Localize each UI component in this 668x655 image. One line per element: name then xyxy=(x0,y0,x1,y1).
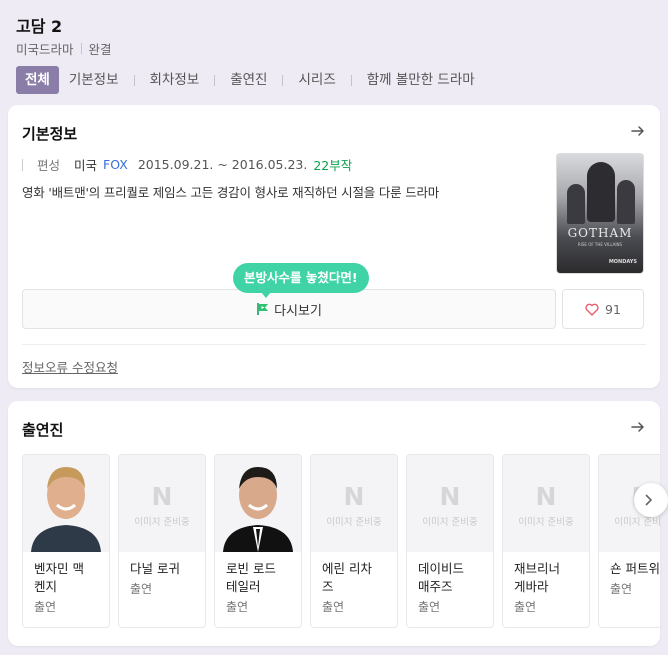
placeholder-logo: N xyxy=(151,482,173,511)
rewatch-label: 다시보기 xyxy=(274,303,322,319)
chevron-right-icon xyxy=(645,494,653,506)
tab-all[interactable]: 전체 xyxy=(16,66,59,94)
cast-member-role: 출연 xyxy=(514,600,537,614)
page-title: 고담 2 xyxy=(16,17,63,36)
arrow-right-icon[interactable] xyxy=(630,123,646,139)
tab-bar: 전체 기본정보 회차정보 출연진 시리즈 함께 볼만한 드라마 xyxy=(16,66,485,94)
placeholder-logo: N xyxy=(535,482,557,511)
cast-member-role: 출연 xyxy=(130,582,153,596)
arrow-right-icon[interactable] xyxy=(630,419,646,435)
tab-basic-info[interactable]: 기본정보 xyxy=(59,66,129,94)
poster-image[interactable]: GOTHAM RISE OF THE VILLAINS MONDAYS xyxy=(556,153,644,274)
cast-member-name: 다널 로귀 xyxy=(130,560,199,578)
broadcast-label: 편성 xyxy=(37,158,61,173)
cast-member-role: 출연 xyxy=(610,582,633,596)
actor-photo xyxy=(215,455,301,552)
cast-member-card[interactable]: N 이미지 준비중재브리너게바라출연 xyxy=(502,454,590,628)
cast-name-line: 재브리너 xyxy=(514,561,561,576)
carousel-next-button[interactable] xyxy=(634,483,668,517)
cast-name-line: 로빈 로드 xyxy=(226,561,276,576)
genre-label: 미국드라마 xyxy=(16,42,74,57)
cast-member-card[interactable]: 로빈 로드테일러출연 xyxy=(214,454,302,628)
tab-episodes[interactable]: 회차정보 xyxy=(140,66,210,94)
info-bar xyxy=(22,158,23,171)
placeholder-logo: N xyxy=(343,482,365,511)
heart-icon xyxy=(585,303,599,316)
cast-name-line: 숀 퍼트위 xyxy=(610,561,660,576)
cast-member-name: 벤자민 맥켄지 xyxy=(34,560,103,596)
meta-separator xyxy=(80,43,82,54)
cast-name-line: 테일러 xyxy=(226,579,261,594)
status-label: 완결 xyxy=(88,42,112,57)
tab-separator xyxy=(350,74,352,86)
cast-name-line: 게바라 xyxy=(514,579,549,594)
cast-member-role: 출연 xyxy=(418,600,441,614)
cast-member-role: 출연 xyxy=(34,600,57,614)
cast-member-name: 로빈 로드테일러 xyxy=(226,560,295,596)
country-text: 미국 xyxy=(74,158,98,173)
tab-separator xyxy=(282,74,284,86)
tab-separator xyxy=(214,74,216,86)
cast-name-line: 켄지 xyxy=(34,579,58,594)
episode-count-link[interactable]: 22부작 xyxy=(313,155,352,174)
tab-similar-dramas[interactable]: 함께 볼만한 드라마 xyxy=(357,66,485,94)
cast-member-card[interactable]: N 이미지 준비중데이비드매주즈출연 xyxy=(406,454,494,628)
cast-name-line: 즈 xyxy=(322,579,334,594)
like-count: 91 xyxy=(605,301,621,317)
cast-member-name: 데이비드매주즈 xyxy=(418,560,487,596)
broadcast-info: 편성 미국 FOX 2015.09.21. ~ 2016.05.23. 22부작 xyxy=(22,155,352,174)
report-error-link[interactable]: 정보오류 수정요청 xyxy=(22,357,118,376)
cast-member-card[interactable]: N 이미지 준비중에린 리차즈출연 xyxy=(310,454,398,628)
divider xyxy=(22,344,646,345)
tab-series[interactable]: 시리즈 xyxy=(288,66,345,94)
cast-member-role: 출연 xyxy=(322,600,345,614)
placeholder-text: 이미지 준비중 xyxy=(134,517,190,528)
cast-title[interactable]: 출연진 xyxy=(22,419,63,440)
poster-network-text: MONDAYS xyxy=(608,259,637,265)
poster-figure xyxy=(587,162,615,222)
photo-placeholder: N 이미지 준비중 xyxy=(503,455,589,552)
rewatch-tooltip: 본방사수를 놓쳤다면! xyxy=(233,263,369,298)
cast-member-name: 에린 리차즈 xyxy=(322,560,391,596)
tab-cast[interactable]: 출연진 xyxy=(220,66,277,94)
placeholder-logo: N xyxy=(439,482,461,511)
cast-member-role: 출연 xyxy=(226,600,249,614)
cast-name-line: 매주즈 xyxy=(418,579,453,594)
poster-logo-text: GOTHAM xyxy=(567,226,633,240)
cast-name-line: 데이비드 xyxy=(418,561,465,576)
cast-member-name: 숀 퍼트위 xyxy=(610,560,660,578)
poster-figure xyxy=(617,180,635,224)
placeholder-text: 이미지 준비중 xyxy=(326,517,382,528)
play-flag-icon xyxy=(256,302,270,316)
like-button[interactable]: 91 xyxy=(562,289,644,329)
photo-placeholder: N 이미지 준비중 xyxy=(311,455,397,552)
placeholder-text: 이미지 준비중 xyxy=(518,517,574,528)
cast-member-card[interactable]: N 이미지 준비중다널 로귀출연 xyxy=(118,454,206,628)
photo-placeholder: N 이미지 준비중 xyxy=(407,455,493,552)
cast-name-line: 다널 로귀 xyxy=(130,561,180,576)
air-dates: 2015.09.21. ~ 2016.05.23. xyxy=(137,157,308,172)
cast-member-card[interactable]: 벤자민 맥켄지출연 xyxy=(22,454,110,628)
basic-info-title[interactable]: 기본정보 xyxy=(22,123,77,144)
basic-info-card: 기본정보 편성 미국 FOX 2015.09.21. ~ 2016.05.23.… xyxy=(8,105,660,388)
cast-member-card[interactable]: N이미지 준비중숀 퍼트위출연 xyxy=(598,454,660,628)
actor-photo xyxy=(23,455,109,552)
cast-card: 출연진 벤자민 맥 켄지 출연 N 이미지 준비중 다널 로귀 출연 로빈 로드 테일러 출연 N 이… xyxy=(8,401,668,646)
poster-figure xyxy=(567,184,585,224)
cast-name-line: 에린 리차 xyxy=(322,561,372,576)
placeholder-text: 이미지 준비중 xyxy=(422,517,478,528)
rewatch-button[interactable]: 다시보기 xyxy=(22,289,556,329)
cast-member-name: 재브리너게바라 xyxy=(514,560,583,596)
tab-separator xyxy=(133,74,135,86)
poster-subtitle: RISE OF THE VILLAINS xyxy=(577,242,623,247)
meta-line: 미국드라마 완결 xyxy=(16,39,112,58)
cast-name-line: 벤자민 맥 xyxy=(34,561,84,576)
photo-placeholder: N 이미지 준비중 xyxy=(119,455,205,552)
network-link[interactable]: FOX xyxy=(103,157,128,172)
cast-carousel: 벤자민 맥 켄지 출연 N 이미지 준비중 다널 로귀 출연 로빈 로드 테일러 출연 N 이미지 준… xyxy=(22,454,660,628)
synopsis: 영화 '배트맨'의 프리퀄로 제임스 고든 경감이 형사로 재직하던 시절을 다… xyxy=(22,185,440,200)
